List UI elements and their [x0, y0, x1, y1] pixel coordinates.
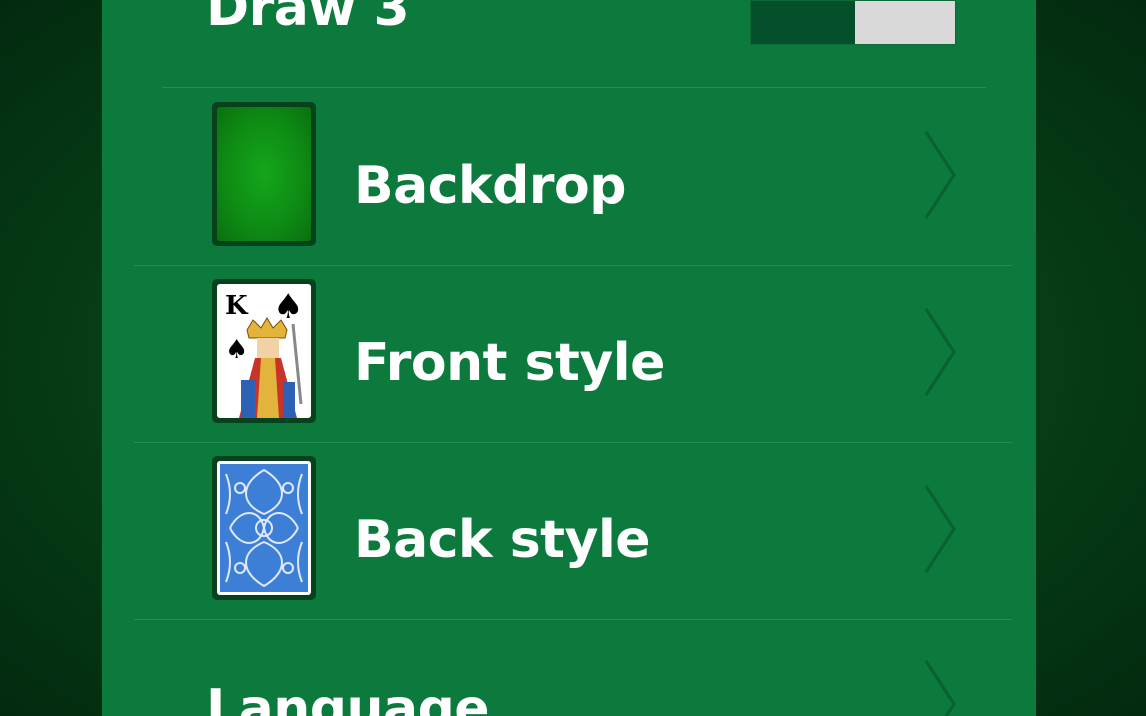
front-style-row[interactable]: K ♠ ♠ Front style	[102, 265, 1036, 442]
back-style-row[interactable]: Back style	[102, 442, 1036, 619]
green-felt-icon	[217, 107, 311, 241]
king-of-spades-card-icon: K ♠ ♠	[217, 284, 311, 418]
front-style-label: Front style	[354, 333, 665, 393]
language-row[interactable]: Language	[102, 619, 1036, 716]
blue-card-back-icon	[217, 461, 311, 595]
chevron-right-icon	[924, 485, 956, 573]
back-style-label: Back style	[354, 510, 651, 570]
backdrop-row[interactable]: Backdrop	[102, 88, 1036, 265]
back-style-thumbnail	[212, 456, 316, 600]
draw3-label: Draw 3	[206, 0, 410, 38]
front-style-thumbnail: K ♠ ♠	[212, 279, 316, 423]
toggle-knob	[855, 1, 955, 44]
draw3-row: Draw 3	[102, 0, 1036, 88]
chevron-right-icon	[924, 131, 956, 219]
chevron-right-icon	[924, 308, 956, 396]
backdrop-label: Backdrop	[354, 156, 626, 216]
card-suit-large: ♠	[273, 287, 303, 327]
settings-panel: Draw 3 Backdrop K ♠ ♠ Front style Back s…	[102, 0, 1036, 716]
language-label: Language	[206, 679, 490, 716]
draw3-toggle[interactable]	[750, 0, 956, 45]
card-suit-small: ♠	[225, 335, 248, 365]
card-rank: K	[225, 291, 249, 321]
chevron-right-icon	[924, 660, 956, 716]
backdrop-thumbnail	[212, 102, 316, 246]
